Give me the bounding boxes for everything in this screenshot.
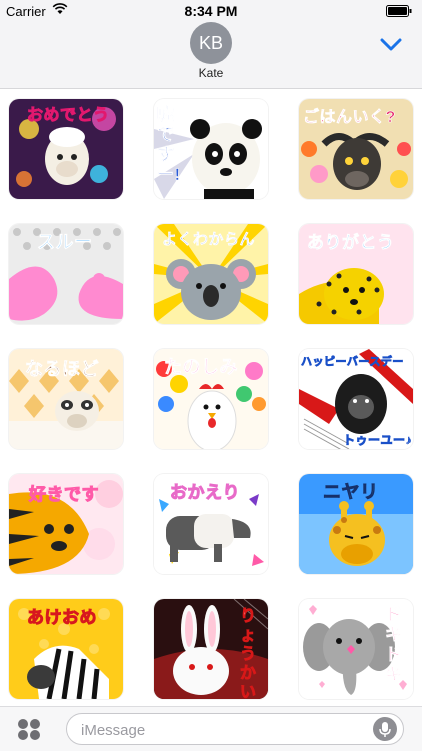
- sticker-tapir[interactable]: おかえり: [154, 474, 268, 574]
- sticker-label: たのしみ: [164, 357, 238, 378]
- sticker-gorilla[interactable]: ハッピーバースデー トゥーユー♪: [299, 349, 413, 449]
- sticker-koala[interactable]: よくわからん: [154, 224, 268, 324]
- sticker-label: ニヤリ: [323, 482, 379, 503]
- sticker-label: 嘘ですー!: [157, 105, 181, 185]
- battery-icon: [386, 5, 412, 20]
- contact-name[interactable]: Kate: [0, 66, 422, 80]
- sticker-label: よくわからん: [162, 231, 256, 249]
- sticker-cheetah[interactable]: ありがとう: [299, 224, 413, 324]
- microphone-icon[interactable]: [373, 717, 397, 741]
- sticker-water-buffalo[interactable]: ごはんいく?: [299, 99, 413, 199]
- sticker-rabbit[interactable]: りょうかい: [154, 599, 268, 699]
- sticker-zebra[interactable]: あけおめ: [9, 599, 123, 699]
- sticker-label: ドキドキ: [385, 605, 403, 685]
- sticker-elephant[interactable]: ドキドキ: [299, 599, 413, 699]
- sticker-alpaca[interactable]: おめでとう: [9, 99, 123, 199]
- sticker-label: おめでとう: [27, 107, 110, 125]
- status-bar: Carrier 8:34 PM: [0, 0, 422, 22]
- sticker-label-secondary: トゥーユー♪: [343, 433, 413, 448]
- sticker-label: 好きです: [29, 485, 100, 505]
- sticker-flamingo[interactable]: スルー: [9, 224, 123, 324]
- sticker-grid: おめでとう 嘘ですー! ごはんいく? スルー よくわからん ありがとう なるほど…: [0, 89, 422, 709]
- sticker-label: おかえり: [170, 483, 241, 503]
- chevron-down-icon[interactable]: [380, 38, 402, 57]
- sticker-label: なるほど: [25, 359, 99, 380]
- sticker-label: あけおめ: [27, 608, 98, 628]
- sticker-label: ありがとう: [307, 233, 395, 253]
- sticker-chicken[interactable]: たのしみ: [154, 349, 268, 449]
- sticker-label: ハッピーバースデー: [301, 356, 404, 369]
- input-placeholder: iMessage: [81, 722, 146, 739]
- app-drawer-icon[interactable]: [16, 718, 42, 745]
- sticker-tiger[interactable]: 好きです: [9, 474, 123, 574]
- sticker-panda[interactable]: 嘘ですー!: [154, 99, 268, 199]
- sticker-label: スルー: [37, 232, 93, 253]
- clock: 8:34 PM: [184, 3, 238, 19]
- sticker-giraffe[interactable]: ニヤリ: [299, 474, 413, 574]
- sticker-label: りょうかい: [240, 608, 257, 699]
- message-composer: iMessage: [0, 706, 422, 751]
- sticker-meerkat[interactable]: なるほど: [9, 349, 123, 449]
- sticker-label: ごはんいく?: [303, 109, 396, 127]
- imessage-input[interactable]: iMessage: [66, 713, 404, 745]
- contact-avatar[interactable]: KB: [190, 22, 232, 64]
- conversation-header: Carrier 8:34 PM KB Kate: [0, 0, 422, 89]
